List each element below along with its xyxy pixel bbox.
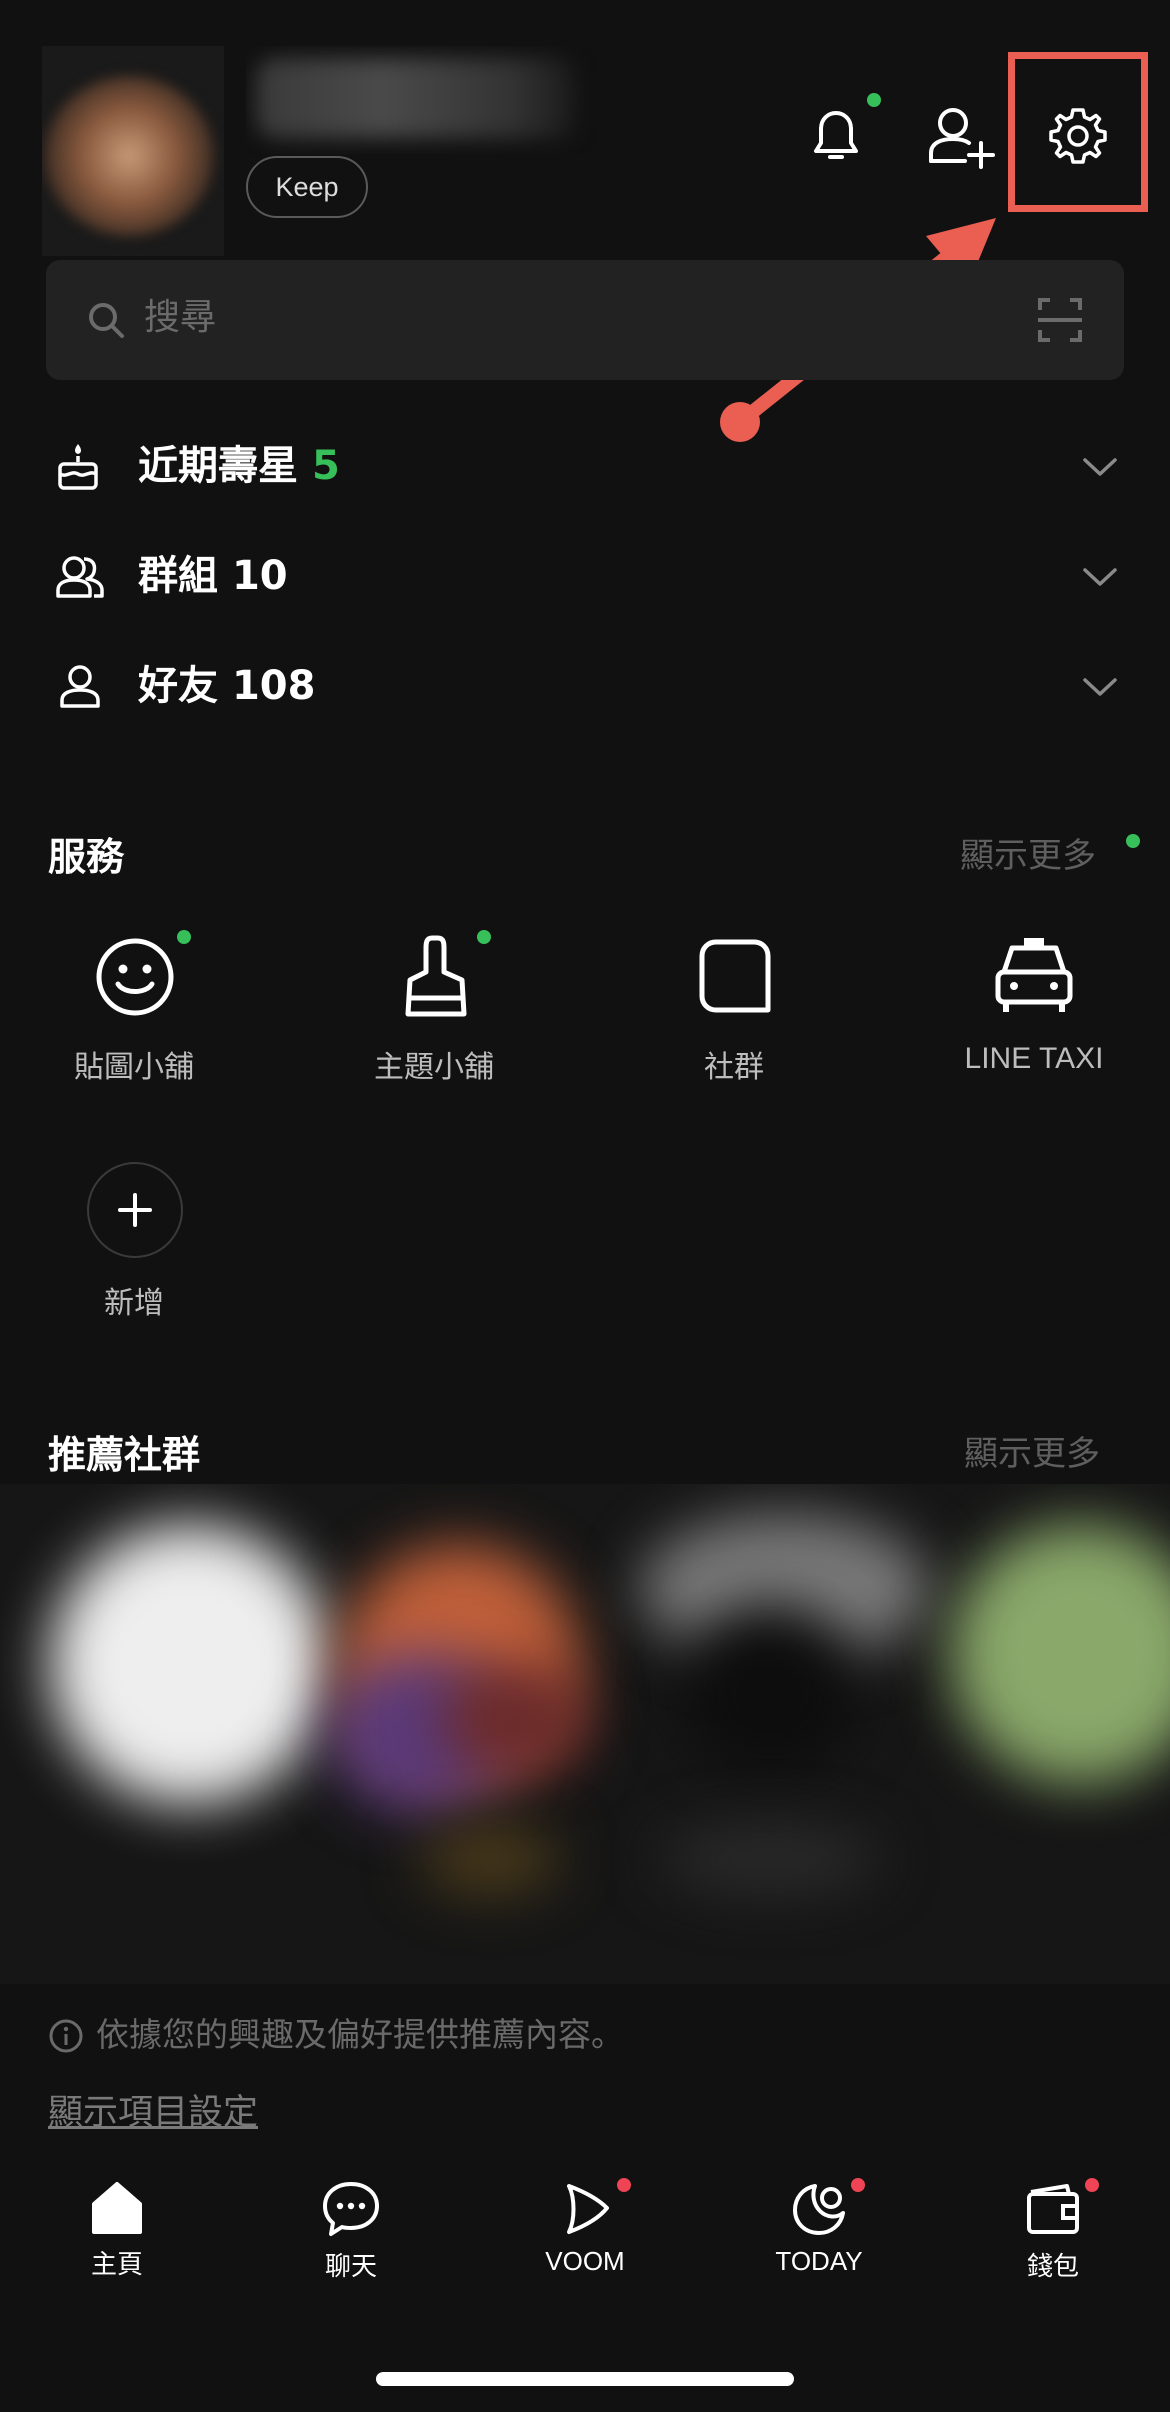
- birthdays-label: 近期壽星: [138, 443, 298, 489]
- tab-today[interactable]: TODAY: [739, 2180, 899, 2277]
- service-label: 主題小舖: [374, 1050, 494, 1085]
- recommendation-info-text: 依據您的興趣及偏好提供推薦內容。: [96, 2015, 624, 2054]
- service-openchat[interactable]: 社群: [614, 930, 854, 1090]
- recommended-title: 推薦社群: [48, 1433, 201, 1477]
- recommended-carousel[interactable]: [0, 1484, 1170, 1984]
- add-friend-button[interactable]: [920, 96, 1000, 176]
- today-badge-dot: [851, 2178, 865, 2192]
- chat-icon: [323, 2182, 379, 2236]
- tab-label: 錢包: [1026, 2251, 1079, 2281]
- service-label: LINE TAXI: [964, 1042, 1104, 1075]
- add-service-button[interactable]: [87, 1162, 183, 1258]
- tab-label: VOOM: [545, 2246, 625, 2276]
- tab-home[interactable]: 主頁: [37, 2180, 197, 2281]
- wallet-badge-dot: [1085, 2178, 1099, 2192]
- search-placeholder: 搜尋: [144, 297, 217, 338]
- service-label: 貼圖小舖: [74, 1050, 194, 1085]
- notification-new-dot: [867, 93, 881, 107]
- list-row-groups[interactable]: 群組 10: [46, 546, 1136, 612]
- service-theme-shop[interactable]: 主題小舖: [314, 930, 554, 1090]
- notification-button[interactable]: [800, 96, 872, 176]
- settings-highlight-box: [1008, 52, 1148, 212]
- tab-chats[interactable]: 聊天: [271, 2180, 431, 2283]
- add-friend-icon: [929, 108, 995, 169]
- friends-count: 108: [231, 663, 316, 709]
- service-line-taxi[interactable]: LINE TAXI: [914, 930, 1154, 1090]
- new-dot: [177, 930, 191, 944]
- service-sticker-shop[interactable]: 貼圖小舖: [14, 930, 254, 1090]
- qr-scan-icon[interactable]: [1036, 296, 1084, 344]
- friends-label: 好友: [138, 663, 218, 709]
- brush-icon: [405, 935, 467, 1017]
- cake-icon: [58, 444, 98, 490]
- chevron-down-icon: [1083, 678, 1117, 696]
- bell-icon: [814, 111, 858, 159]
- keep-button[interactable]: Keep: [246, 156, 368, 218]
- tab-voom[interactable]: VOOM: [505, 2180, 665, 2277]
- chevron-down-icon: [1083, 568, 1117, 586]
- today-icon: [793, 2184, 845, 2235]
- profile-avatar[interactable]: [42, 46, 224, 256]
- smiley-icon: [96, 938, 174, 1016]
- group-icon: [56, 556, 104, 598]
- services-more-new-dot: [1126, 834, 1140, 848]
- service-label: 社群: [704, 1050, 764, 1085]
- services-more-link[interactable]: 顯示更多: [960, 828, 1096, 877]
- services-title: 服務: [48, 835, 125, 879]
- search-icon: [89, 303, 124, 338]
- home-icon: [92, 2182, 142, 2234]
- display-settings-link[interactable]: 顯示項目設定: [48, 2088, 258, 2138]
- chevron-down-icon: [1083, 458, 1117, 476]
- tab-label: 主頁: [90, 2249, 143, 2279]
- add-service-label: 新增: [104, 1286, 164, 1321]
- tab-label: TODAY: [775, 2246, 863, 2276]
- groups-label: 群組: [138, 553, 218, 599]
- profile-name-blurred[interactable]: [246, 46, 596, 154]
- recommended-more-link[interactable]: 顯示更多: [964, 1426, 1100, 1475]
- list-row-birthdays[interactable]: 近期壽星 5: [46, 436, 1136, 502]
- birthdays-count: 5: [311, 443, 340, 489]
- openchat-icon: [699, 939, 771, 1013]
- tab-label: 聊天: [324, 2251, 377, 2281]
- voom-icon: [567, 2184, 609, 2234]
- taxi-icon: [995, 938, 1073, 1012]
- tab-wallet[interactable]: 錢包: [973, 2180, 1133, 2283]
- list-row-friends[interactable]: 好友 108: [46, 656, 1136, 722]
- home-indicator: [376, 2372, 794, 2386]
- voom-badge-dot: [617, 2178, 631, 2192]
- friend-icon: [60, 665, 100, 708]
- new-dot: [477, 930, 491, 944]
- plus-icon: [118, 1193, 152, 1227]
- wallet-icon: [1027, 2184, 1079, 2234]
- info-icon: [49, 2019, 83, 2053]
- groups-count: 10: [231, 553, 288, 599]
